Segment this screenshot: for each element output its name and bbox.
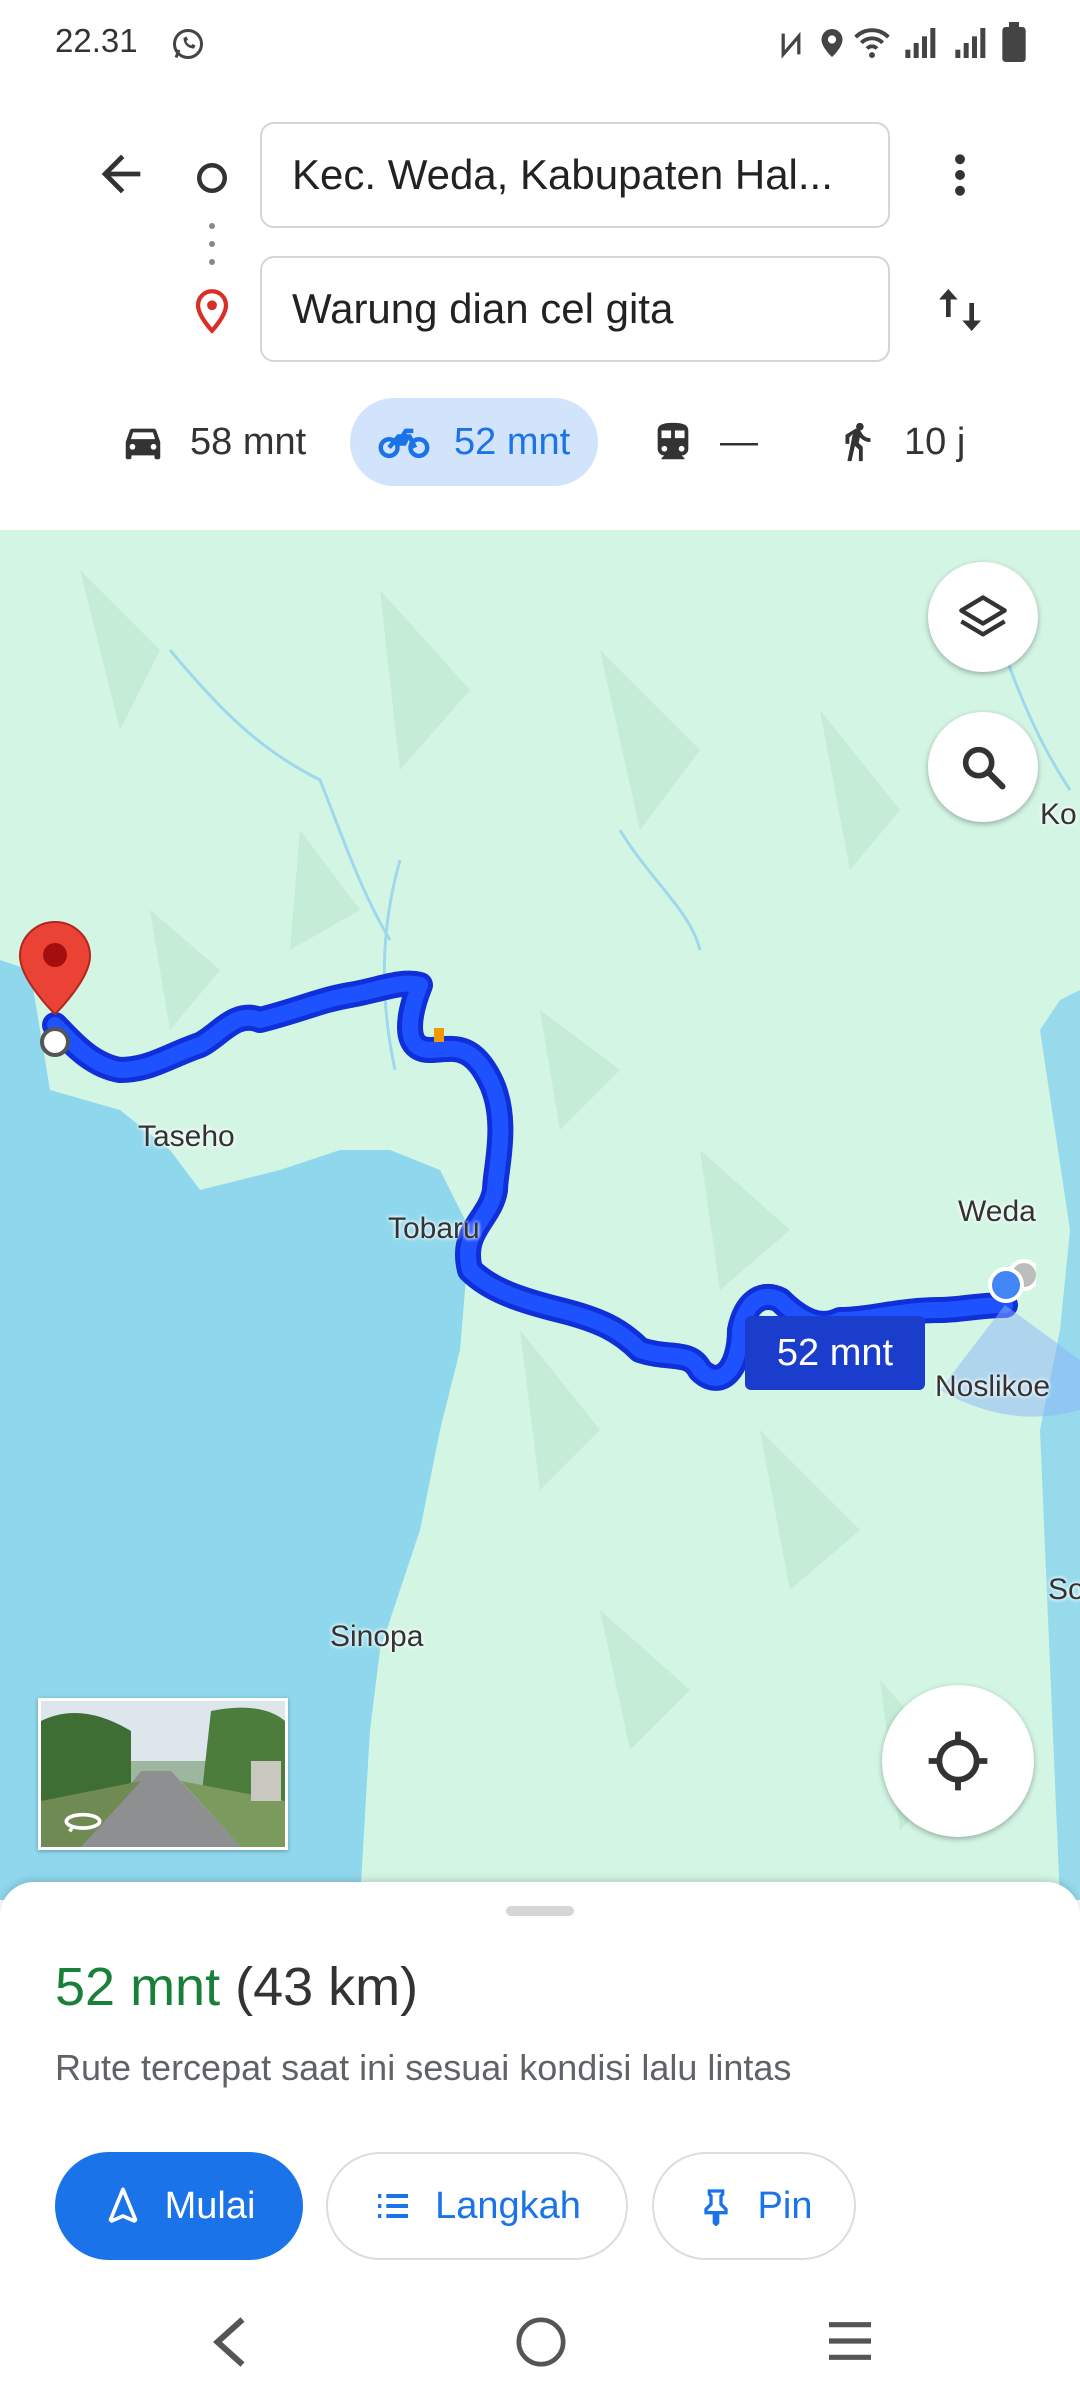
signal-icon-2 (952, 26, 992, 65)
start-label: Mulai (164, 2184, 256, 2227)
mode-transit[interactable]: — (650, 398, 758, 486)
start-button[interactable]: Mulai (55, 2152, 303, 2260)
mode-motorcycle[interactable]: 52 mnt (350, 398, 599, 486)
place-tobaru: Tobaru (388, 1212, 480, 1245)
destination-field[interactable]: Warung dian cel gita (260, 256, 890, 362)
route-summary: 52 mnt (43 km) (55, 1956, 418, 2018)
steps-label: Langkah (435, 2184, 581, 2227)
location-icon (818, 26, 846, 65)
place-ko: Ko (1040, 798, 1077, 831)
status-bar: 22.31 (0, 0, 1080, 90)
destination-pin-icon (192, 288, 232, 339)
place-sinopa: Sinopa (330, 1620, 424, 1653)
layers-icon (959, 595, 1007, 637)
route-dots (207, 222, 217, 271)
pin-button[interactable]: Pin (652, 2152, 856, 2260)
home-circle-icon (516, 2317, 566, 2367)
list-icon (378, 2194, 409, 2218)
mode-walk[interactable]: 10 j (834, 398, 965, 486)
place-weda: Weda (958, 1195, 1036, 1228)
my-location-button[interactable] (882, 1685, 1034, 1837)
place-noslikoe: Noslikoe (935, 1370, 1051, 1403)
search-icon (962, 746, 1006, 790)
whatsapp-icon (170, 26, 206, 67)
mode-transit-label: — (720, 420, 758, 463)
destination-marker[interactable] (18, 920, 92, 1065)
arrow-back-icon (101, 154, 141, 194)
battery-icon (1002, 22, 1026, 67)
summary-description: Rute tercepat saat ini sesuai kondisi la… (55, 2047, 792, 2088)
map[interactable]: Taseho Tobaru Weda Noslikoe Sinopa Ko So… (0, 530, 1080, 1900)
place-taseho: Taseho (138, 1120, 235, 1153)
route-duration-badge[interactable]: 52 mnt (745, 1316, 925, 1390)
mode-car-label: 58 mnt (190, 420, 307, 463)
more-vert-icon (955, 154, 965, 196)
summary-duration: 52 mnt (55, 1957, 221, 2017)
pushpin-icon (703, 2189, 728, 2226)
nav-back-button[interactable] (205, 2312, 255, 2377)
mode-car[interactable]: 58 mnt (120, 398, 306, 486)
street-view-thumbnail[interactable] (38, 1698, 288, 1850)
red-pin-icon (18, 920, 92, 1057)
signal-icon-1 (902, 26, 942, 65)
swap-button[interactable] (932, 282, 988, 343)
origin-field[interactable]: Kec. Weda, Kabupaten Hal... (260, 122, 890, 228)
wifi-icon (852, 24, 892, 65)
summary-distance: (43 km) (235, 1957, 419, 2017)
status-time: 22.31 (55, 22, 138, 59)
nav-home-button[interactable] (513, 2314, 569, 2375)
back-button[interactable] (92, 145, 150, 208)
map-canvas (0, 530, 1080, 1900)
gps-icon (928, 1731, 988, 1791)
menu-icon (829, 2322, 871, 2360)
mode-walk-label: 10 j (904, 420, 966, 463)
system-nav-bar (0, 2290, 1080, 2400)
more-options-button[interactable] (933, 148, 987, 207)
mode-motorcycle-label: 52 mnt (454, 420, 571, 463)
layers-button[interactable] (928, 562, 1038, 672)
search-button[interactable] (928, 712, 1038, 822)
car-icon (125, 428, 161, 460)
pin-label: Pin (757, 2184, 813, 2227)
nav-recents-button[interactable] (822, 2316, 878, 2371)
street-view-rotate-icon (64, 1812, 102, 1833)
motorcycle-icon (378, 428, 430, 459)
drag-handle[interactable] (506, 1906, 574, 1916)
steps-button[interactable]: Langkah (326, 2152, 628, 2260)
place-so: So (1048, 1573, 1080, 1606)
walk-icon (845, 422, 871, 462)
origin-marker (986, 1255, 1040, 1310)
transit-icon (657, 422, 689, 460)
nfc-icon (778, 28, 804, 65)
chevron-left-icon (213, 2317, 245, 2367)
swap-vert-icon (939, 289, 981, 331)
origin-circle-icon (194, 160, 230, 201)
navigation-icon (108, 2187, 137, 2223)
